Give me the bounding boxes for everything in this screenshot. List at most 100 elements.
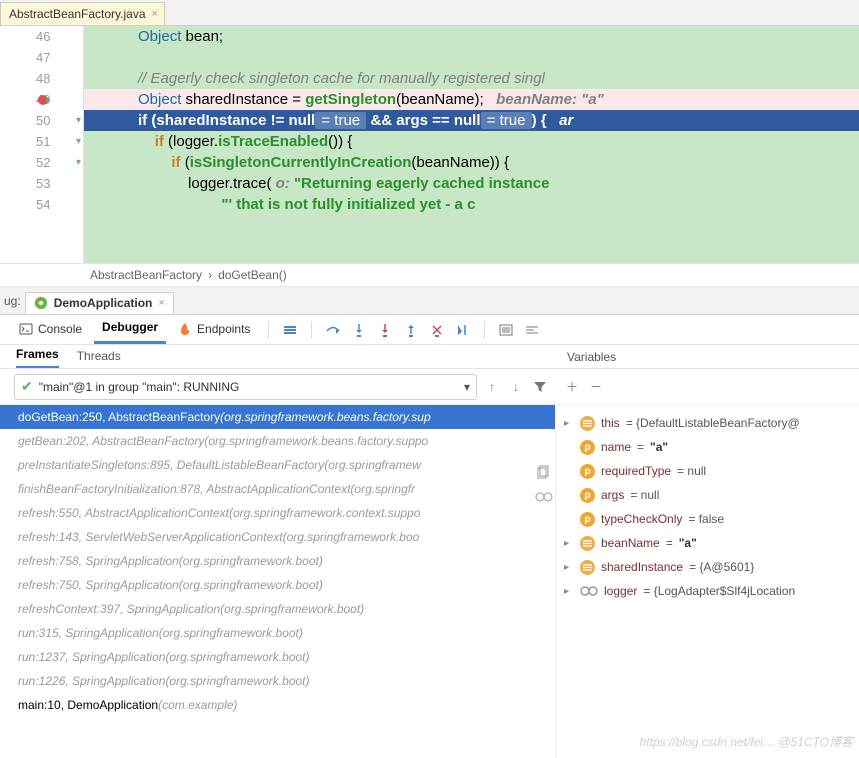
run-to-cursor-button[interactable] [452, 319, 474, 341]
check-icon: ✔ [21, 378, 33, 395]
param-badge-icon: p [580, 440, 595, 455]
variable-name: name [601, 440, 631, 454]
field-badge-icon [580, 536, 595, 551]
stack-frame[interactable]: refreshContext:397, SpringApplication (o… [0, 597, 555, 621]
stack-frame[interactable]: main:10, DemoApplication (com.example) [0, 693, 555, 717]
breakpoint-icon[interactable] [38, 93, 52, 107]
variable-value: = [666, 536, 673, 550]
show-execution-point-button[interactable] [279, 319, 301, 341]
filter-button[interactable] [529, 376, 551, 398]
tab-frames[interactable]: Frames [16, 347, 59, 368]
variable-row[interactable]: prequiredType = null [562, 459, 859, 483]
variable-value: = {LogAdapter$Slf4jLocation [643, 584, 795, 598]
new-watch-button[interactable]: ＋ [561, 376, 583, 398]
step-over-button[interactable] [322, 319, 344, 341]
stack-frame[interactable]: refresh:758, SpringApplication (org.spri… [0, 549, 555, 573]
tab-endpoints[interactable]: Endpoints [170, 317, 258, 343]
panel-headers: Frames Threads Variables [0, 345, 859, 369]
glasses-icon [580, 585, 598, 597]
chevron-down-icon[interactable]: ▾ [464, 380, 470, 394]
frames-pane[interactable]: doGetBean:250, AbstractBeanFactory (org.… [0, 405, 555, 758]
expand-icon[interactable]: ▸ [564, 538, 574, 549]
variable-row[interactable]: pname = "a" [562, 435, 859, 459]
code-line: logger.trace( o: "Returning eagerly cach… [84, 173, 859, 194]
debug-label: ug: [4, 294, 21, 308]
copy-icon[interactable] [535, 465, 553, 481]
variable-row[interactable]: ptypeCheckOnly = false [562, 507, 859, 531]
close-icon[interactable]: × [152, 8, 158, 20]
stack-frame[interactable]: getBean:202, AbstractBeanFactory (org.sp… [0, 429, 555, 453]
stack-frame[interactable]: doGetBean:250, AbstractBeanFactory (org.… [0, 405, 555, 429]
variable-value: = null [630, 488, 659, 502]
variable-name: this [601, 416, 620, 430]
stack-frame[interactable]: preInstantiateSingletons:895, DefaultLis… [0, 453, 555, 477]
stack-frame[interactable]: run:1226, SpringApplication (org.springf… [0, 669, 555, 693]
force-step-into-button[interactable] [374, 319, 396, 341]
code-line: Object sharedInstance = getSingleton(bea… [84, 89, 859, 110]
tab-threads[interactable]: Threads [77, 349, 121, 368]
code-editor[interactable]: 46 47 48 49 50 ▾ 51 ▾ 52 ▾ 53 54 Object … [0, 26, 859, 263]
param-badge-icon: p [580, 512, 595, 527]
code-line: Object bean; [84, 26, 859, 47]
prev-frame-button[interactable]: ↑ [481, 376, 503, 398]
field-badge-icon [580, 416, 595, 431]
tab-debugger[interactable]: Debugger [94, 315, 166, 344]
evaluate-expression-button[interactable] [495, 319, 517, 341]
variable-value: = false [688, 512, 724, 526]
tab-console[interactable]: Console [11, 317, 90, 343]
expand-icon[interactable]: ▸ [564, 418, 574, 429]
step-out-button[interactable] [400, 319, 422, 341]
variable-row[interactable]: ▸ this = {DefaultListableBeanFactory@ [562, 411, 859, 435]
run-config-tab[interactable]: DemoApplication × [25, 292, 174, 314]
variables-header: Variables [555, 345, 859, 368]
step-into-button[interactable] [348, 319, 370, 341]
thread-selector-row: ✔ "main"@1 in group "main": RUNNING ▾ ↑ … [0, 369, 859, 405]
variable-name: requiredType [601, 464, 671, 478]
close-icon[interactable]: × [158, 297, 164, 309]
breadcrumb-method[interactable]: doGetBean() [218, 268, 287, 282]
fold-icon[interactable]: ▾ [76, 136, 84, 147]
fold-icon[interactable]: ▾ [76, 157, 84, 168]
trace-current-stream-button[interactable] [521, 319, 543, 341]
breadcrumb-class[interactable]: AbstractBeanFactory [90, 268, 202, 282]
stack-frame[interactable]: run:1237, SpringApplication (org.springf… [0, 645, 555, 669]
stack-frame[interactable]: run:315, SpringApplication (org.springfr… [0, 621, 555, 645]
variables-pane[interactable]: ▸this = {DefaultListableBeanFactory@pnam… [555, 405, 859, 758]
line-number: 54 [36, 197, 50, 212]
thread-name: "main"@1 in group "main": RUNNING [39, 380, 240, 394]
flame-icon [178, 322, 192, 336]
spring-icon [34, 296, 48, 310]
thread-selector[interactable]: ✔ "main"@1 in group "main": RUNNING ▾ [14, 374, 477, 400]
code-line: // Eagerly check singleton cache for man… [84, 68, 859, 89]
debug-toolbar: Console Debugger Endpoints [0, 315, 859, 345]
code-area[interactable]: Object bean; // Eagerly check singleton … [84, 26, 859, 263]
glasses-icon[interactable] [535, 491, 553, 503]
code-line: "' that is not fully initialized yet - a… [84, 194, 859, 215]
line-number: 47 [36, 50, 50, 65]
gutter: 46 47 48 49 50 ▾ 51 ▾ 52 ▾ 53 54 [0, 26, 84, 263]
variable-row[interactable]: ▸sharedInstance = {A@5601} [562, 555, 859, 579]
code-line [84, 47, 859, 68]
line-number: 53 [36, 176, 50, 191]
drop-frame-button[interactable] [426, 319, 448, 341]
variable-row[interactable]: ▸beanName = "a" [562, 531, 859, 555]
variable-row[interactable]: pargs = null [562, 483, 859, 507]
remove-watch-button[interactable]: － [585, 376, 607, 398]
line-number: 52 [36, 155, 50, 170]
stack-frame[interactable]: refresh:143, ServletWebServerApplication… [0, 525, 555, 549]
stack-frame[interactable]: finishBeanFactoryInitialization:878, Abs… [0, 477, 555, 501]
expand-icon[interactable]: ▸ [564, 562, 574, 573]
run-config-name: DemoApplication [54, 296, 153, 310]
frames-threads-tabs: Frames Threads [0, 345, 555, 368]
file-tab[interactable]: AbstractBeanFactory.java × [0, 2, 165, 25]
fold-icon[interactable]: ▾ [76, 115, 84, 126]
expand-icon[interactable]: ▸ [564, 586, 574, 597]
next-frame-button[interactable]: ↓ [505, 376, 527, 398]
stack-frame[interactable]: refresh:550, AbstractApplicationContext … [0, 501, 555, 525]
variable-row[interactable]: ▸logger = {LogAdapter$Slf4jLocation [562, 579, 859, 603]
side-action-icons [535, 465, 553, 503]
stack-frame[interactable]: refresh:750, SpringApplication (org.spri… [0, 573, 555, 597]
breadcrumb[interactable]: AbstractBeanFactory › doGetBean() [0, 263, 859, 287]
variable-value: = {DefaultListableBeanFactory@ [626, 416, 800, 430]
separator [268, 321, 269, 339]
